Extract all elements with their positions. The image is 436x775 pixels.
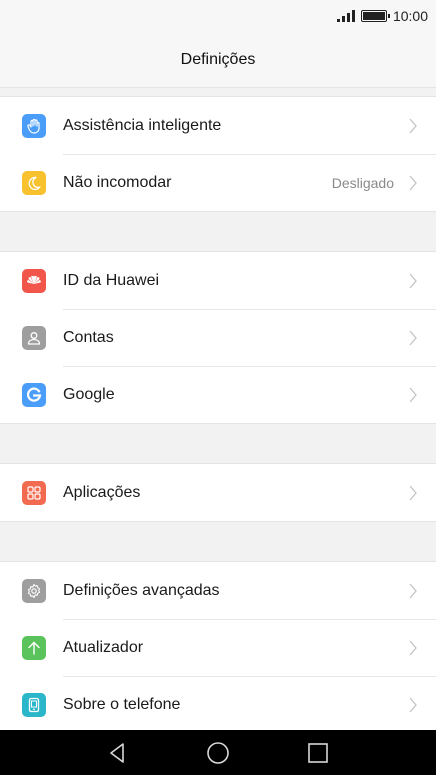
settings-group: ID da Huawei Contas Google <box>0 251 436 424</box>
settings-item-nao-incomodar[interactable]: Não incomodar Desligado <box>0 154 436 211</box>
settings-item-assistencia[interactable]: Assistência inteligente <box>0 97 436 154</box>
settings-item-label: Definições avançadas <box>63 581 220 599</box>
settings-item-definicoes-avancadas[interactable]: Definições avançadas <box>0 562 436 619</box>
battery-icon <box>360 10 390 22</box>
home-button[interactable] <box>198 733 238 773</box>
chevron-right-icon <box>409 273 417 288</box>
settings-item-label: ID da Huawei <box>63 271 160 289</box>
settings-item-aplicacoes[interactable]: Aplicações <box>0 464 436 521</box>
settings-item-label: Não incomodar <box>63 173 172 191</box>
status-time: 10:00 <box>392 8 428 24</box>
phone-icon <box>22 692 46 717</box>
status-bar: 10:00 <box>0 0 436 32</box>
settings-item-label: Assistência inteligente <box>63 116 222 134</box>
settings-item-sobre-o-telefone[interactable]: Sobre o telefone <box>0 676 436 733</box>
navigation-bar <box>0 730 436 775</box>
chevron-right-icon <box>409 640 417 655</box>
page-title-bar: Definições <box>0 32 436 88</box>
section-gap <box>0 522 436 561</box>
back-button[interactable] <box>98 733 138 773</box>
settings-group: Aplicações <box>0 463 436 522</box>
page-title: Definições <box>180 50 256 68</box>
section-gap <box>0 212 436 251</box>
settings-item-atualizador[interactable]: Atualizador <box>0 619 436 676</box>
recents-button[interactable] <box>298 733 338 773</box>
settings-item-label: Sobre o telefone <box>63 695 181 713</box>
settings-group: Assistência inteligente Não incomodar De… <box>0 96 436 212</box>
chevron-right-icon <box>409 175 417 190</box>
settings-item-google[interactable]: Google <box>0 366 436 423</box>
settings-item-value: Desligado <box>331 174 394 191</box>
chevron-right-icon <box>409 697 417 712</box>
chevron-right-icon <box>409 118 417 133</box>
google-icon <box>22 382 46 407</box>
user-icon <box>22 325 46 350</box>
back-triangle-icon <box>110 742 124 763</box>
signal-icon <box>336 10 355 22</box>
settings-item-huawei-id[interactable]: ID da Huawei <box>0 252 436 309</box>
section-gap <box>0 424 436 463</box>
moon-icon <box>22 170 46 195</box>
settings-item-label: Google <box>63 385 115 403</box>
gear-icon <box>22 578 46 603</box>
recents-square-icon <box>308 742 328 763</box>
huawei-icon <box>22 268 46 293</box>
chevron-right-icon <box>409 583 417 598</box>
apps-icon <box>22 480 46 505</box>
settings-list: Assistência inteligente Não incomodar De… <box>0 96 436 734</box>
settings-item-contas[interactable]: Contas <box>0 309 436 366</box>
chevron-right-icon <box>409 387 417 402</box>
settings-item-label: Contas <box>63 328 114 346</box>
home-circle-icon <box>207 741 229 764</box>
settings-item-label: Aplicações <box>63 483 141 501</box>
settings-item-label: Atualizador <box>63 638 144 656</box>
settings-group: Definições avançadas Atualizador Sobre o… <box>0 561 436 734</box>
chevron-right-icon <box>409 330 417 345</box>
chevron-right-icon <box>409 485 417 500</box>
hand-icon <box>22 113 46 138</box>
arrow-up-icon <box>22 635 46 660</box>
